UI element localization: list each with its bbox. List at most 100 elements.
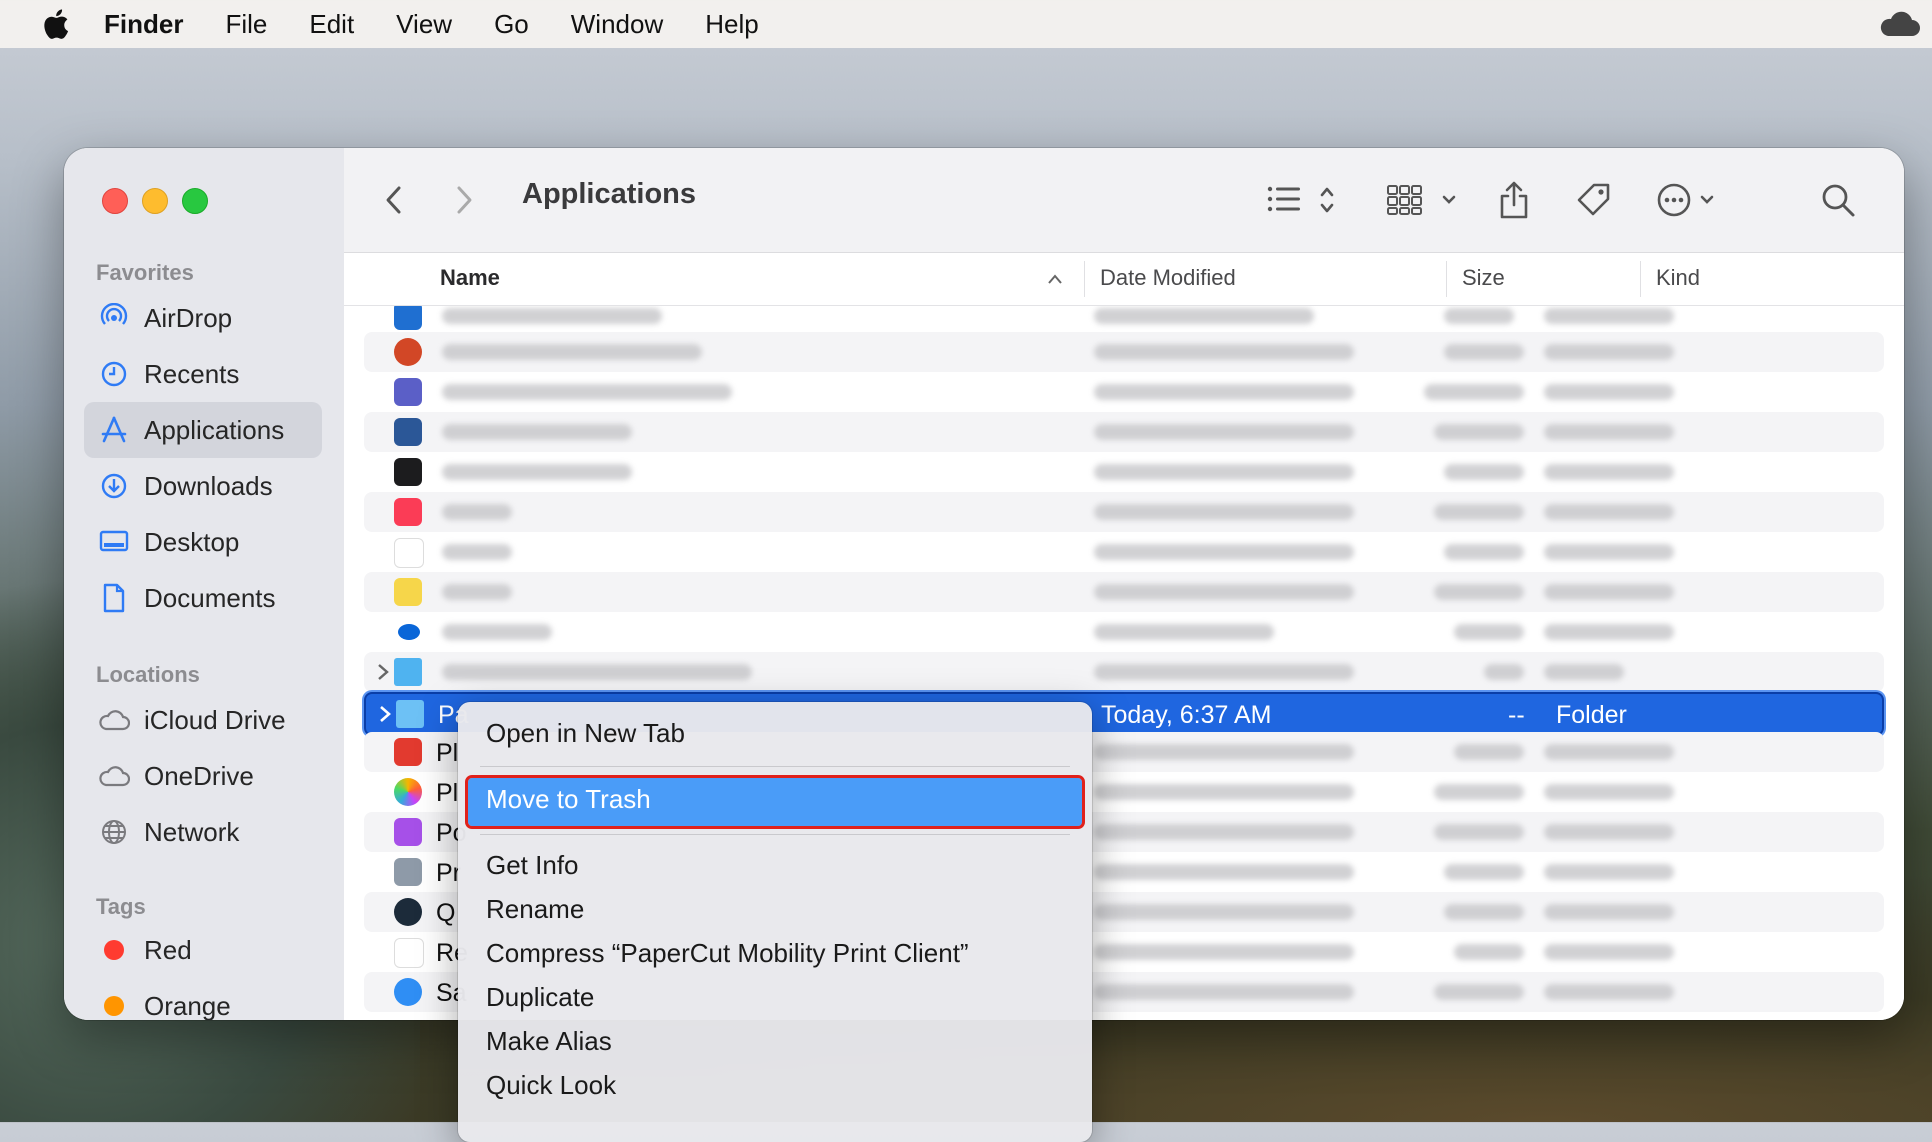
list-view-icon xyxy=(1267,186,1334,213)
close-button[interactable] xyxy=(102,188,128,214)
outlook-app-icon xyxy=(394,306,422,330)
view-mode-button[interactable] xyxy=(1264,176,1344,224)
forward-button[interactable] xyxy=(444,176,484,224)
word-app-icon xyxy=(394,418,422,446)
sidebar-item-label: OneDrive xyxy=(144,760,254,791)
table-row[interactable] xyxy=(364,492,1884,532)
disclosure-chevron-icon[interactable] xyxy=(374,702,396,726)
table-row[interactable] xyxy=(364,332,1884,372)
share-button[interactable] xyxy=(1490,176,1538,224)
column-size[interactable]: Size xyxy=(1462,265,1505,291)
cloud-status-icon[interactable] xyxy=(1876,10,1920,38)
table-row[interactable] xyxy=(364,652,1884,692)
sidebar-item-onedrive[interactable]: OneDrive xyxy=(84,748,322,804)
column-divider[interactable] xyxy=(1640,261,1641,297)
cloud-icon xyxy=(98,704,130,736)
menu-edit[interactable]: Edit xyxy=(309,9,354,40)
column-divider[interactable] xyxy=(1446,261,1447,297)
sidebar-item-label: Desktop xyxy=(144,526,240,557)
globe-icon xyxy=(98,816,130,848)
sidebar-item-label: Network xyxy=(144,816,240,847)
table-row[interactable] xyxy=(364,532,1884,572)
column-divider[interactable] xyxy=(1084,261,1085,297)
column-name[interactable]: Name xyxy=(440,265,500,291)
sidebar-tag-orange[interactable]: Orange xyxy=(84,978,322,1020)
file-date-modified: Today, 6:37 AM xyxy=(1101,701,1272,729)
file-size: -- xyxy=(1508,701,1525,729)
column-header: Name Date Modified Size Kind xyxy=(344,253,1904,306)
apple-logo-icon[interactable] xyxy=(40,7,70,41)
app-icon xyxy=(394,738,422,766)
sidebar-item-downloads[interactable]: Downloads xyxy=(84,458,322,514)
zoom-button[interactable] xyxy=(182,188,208,214)
music-app-icon xyxy=(394,498,422,526)
group-button[interactable] xyxy=(1384,176,1468,224)
cloud-icon xyxy=(98,760,130,792)
more-actions-button[interactable] xyxy=(1654,176,1734,224)
table-row[interactable] xyxy=(364,612,1884,652)
sidebar-item-label: Orange xyxy=(144,990,231,1021)
menu-file[interactable]: File xyxy=(225,9,267,40)
sidebar: Favorites AirDrop Recents Applications D… xyxy=(64,148,345,1020)
grid-icon xyxy=(1387,185,1456,215)
reminders-app-icon xyxy=(394,938,424,968)
sidebar-item-airdrop[interactable]: AirDrop xyxy=(84,290,322,346)
menu-item-duplicate[interactable]: Duplicate xyxy=(486,982,594,1013)
sidebar-item-desktop[interactable]: Desktop xyxy=(84,514,322,570)
back-button[interactable] xyxy=(374,176,414,224)
red-tag-icon xyxy=(104,940,124,960)
folder-icon xyxy=(396,700,424,728)
column-kind[interactable]: Kind xyxy=(1656,265,1700,291)
menu-item-make-alias[interactable]: Make Alias xyxy=(486,1026,612,1057)
tag-icon xyxy=(1577,183,1610,216)
sidebar-item-icloud-drive[interactable]: iCloud Drive xyxy=(84,692,322,748)
menu-separator xyxy=(480,766,1070,767)
sidebar-item-documents[interactable]: Documents xyxy=(84,570,322,626)
disclosure-chevron-icon[interactable] xyxy=(372,660,394,684)
menu-finder[interactable]: Finder xyxy=(104,9,183,40)
menu-item-rename[interactable]: Rename xyxy=(486,894,584,925)
table-row[interactable] xyxy=(364,452,1884,492)
notes-app-icon xyxy=(394,578,422,606)
podcasts-app-icon xyxy=(394,818,422,846)
menu-item-compress[interactable]: Compress “PaperCut Mobility Print Client… xyxy=(486,938,969,969)
sidebar-item-label: iCloud Drive xyxy=(144,704,286,735)
menu-help[interactable]: Help xyxy=(705,9,758,40)
menu-bar: Finder File Edit View Go Window Help xyxy=(0,0,1932,48)
sidebar-item-applications[interactable]: Applications xyxy=(84,402,322,458)
table-row[interactable] xyxy=(364,412,1884,452)
orange-tag-icon xyxy=(104,996,124,1016)
sidebar-item-network[interactable]: Network xyxy=(84,804,322,860)
sort-ascending-icon[interactable] xyxy=(1046,273,1064,285)
toolbar: Applications xyxy=(344,148,1904,253)
favorites-heading: Favorites xyxy=(96,260,194,285)
menu-item-quick-look[interactable]: Quick Look xyxy=(486,1070,616,1101)
sidebar-item-recents[interactable]: Recents xyxy=(84,346,322,402)
menu-window[interactable]: Window xyxy=(571,9,663,40)
tags-button[interactable] xyxy=(1570,176,1618,224)
menu-item-open-in-new-tab[interactable]: Open in New Tab xyxy=(486,718,685,749)
locations-heading: Locations xyxy=(96,662,200,687)
sidebar-item-label: Recents xyxy=(144,358,240,389)
chevron-left-icon xyxy=(386,186,401,214)
sidebar-tag-red[interactable]: Red xyxy=(84,922,322,978)
file-name: Pl xyxy=(436,739,459,767)
search-button[interactable] xyxy=(1814,176,1862,224)
file-kind: Folder xyxy=(1556,701,1627,729)
document-icon xyxy=(98,582,130,614)
window-title: Applications xyxy=(522,178,697,210)
menu-item-get-info[interactable]: Get Info xyxy=(486,850,579,881)
menu-go[interactable]: Go xyxy=(494,9,529,40)
table-row[interactable] xyxy=(364,372,1884,412)
search-icon xyxy=(1822,184,1855,217)
safari-app-icon xyxy=(394,978,422,1006)
menu-item-move-to-trash[interactable]: Move to Trash xyxy=(486,784,651,815)
menu-view[interactable]: View xyxy=(396,9,452,40)
column-date-modified[interactable]: Date Modified xyxy=(1100,265,1236,291)
share-icon xyxy=(1500,181,1528,219)
sidebar-item-label: AirDrop xyxy=(144,302,233,333)
chevron-right-icon xyxy=(457,186,472,214)
minimize-button[interactable] xyxy=(142,188,168,214)
table-row[interactable] xyxy=(364,572,1884,612)
ellipsis-circle-icon xyxy=(1657,183,1714,217)
